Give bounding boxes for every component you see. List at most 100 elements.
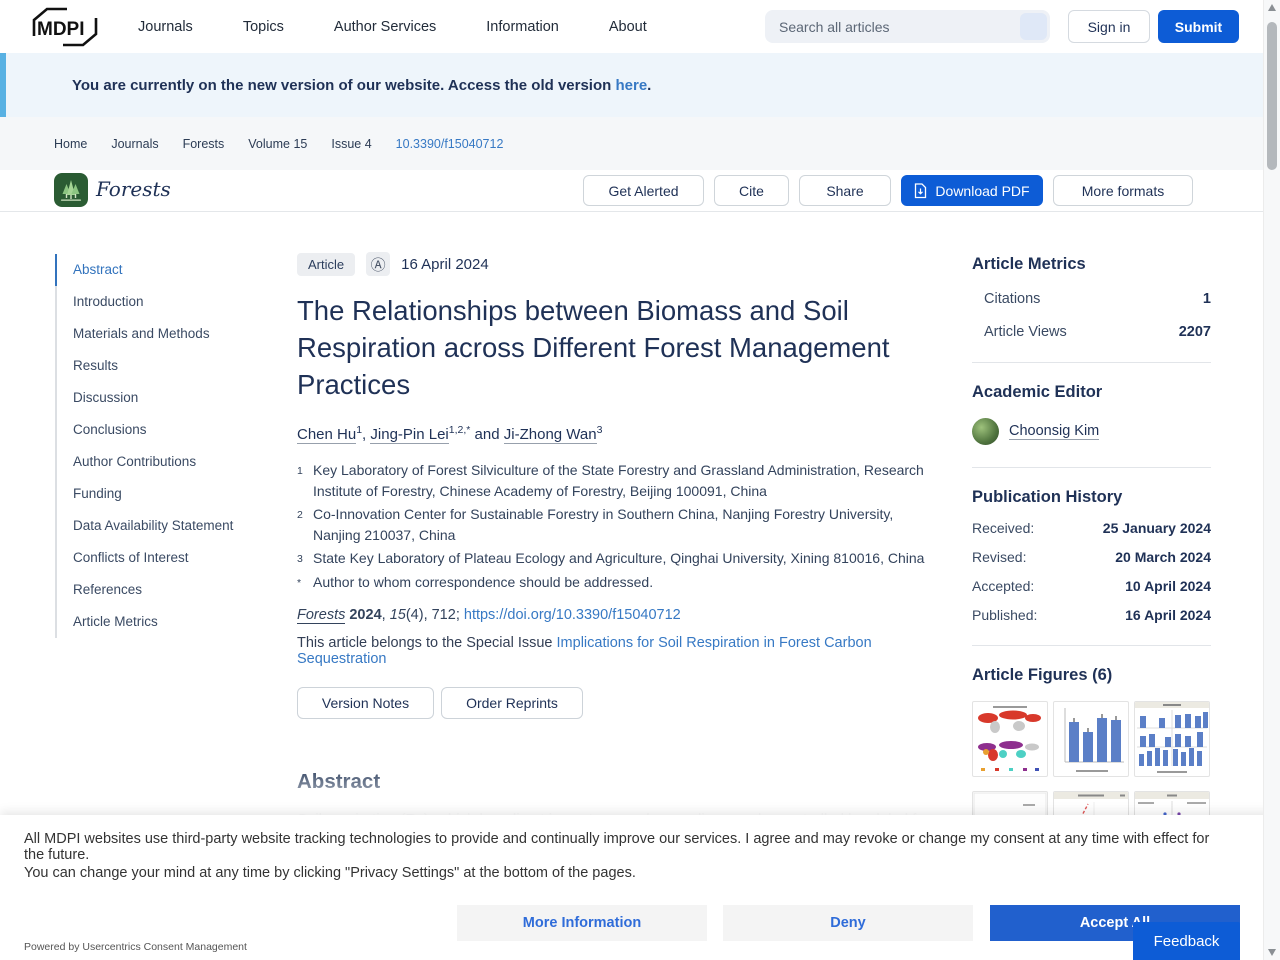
citation-issue-pages: (4), 712; xyxy=(405,607,464,623)
doi-link[interactable]: https://doi.org/10.3390/f15040712 xyxy=(464,607,681,623)
breadcrumb-issue[interactable]: Issue 4 xyxy=(331,137,371,151)
nav-information[interactable]: Information xyxy=(486,19,559,35)
article-figures-heading: Article Figures (6) xyxy=(972,666,1113,684)
cookie-consent-banner: All MDPI websites use third-party websit… xyxy=(0,815,1280,960)
submit-button[interactable]: Submit xyxy=(1158,10,1239,43)
publish-date: 16 April 2024 xyxy=(401,255,489,273)
mdpi-logo[interactable]: MDPI xyxy=(30,5,100,49)
breadcrumb-home[interactable]: Home xyxy=(54,137,87,151)
affiliation-row: 3 State Key Laboratory of Plateau Ecolog… xyxy=(297,548,937,570)
journal-name[interactable]: Forests xyxy=(96,177,171,201)
metric-value: 2207 xyxy=(1178,324,1211,340)
cookie-text-line1: All MDPI websites use third-party websit… xyxy=(24,831,1210,863)
figure-thumbnail-world-map[interactable] xyxy=(972,701,1048,777)
editor-name-link[interactable]: Choonsig Kim xyxy=(1009,423,1100,440)
history-row-revised: Revised: 20 March 2024 xyxy=(972,549,1211,565)
download-pdf-button[interactable]: Download PDF xyxy=(901,175,1043,206)
affiliation-text: Co-Innovation Center for Sustainable For… xyxy=(313,506,894,543)
feedback-button[interactable]: Feedback xyxy=(1133,922,1240,960)
citation-line: Forests 2024, 15(4), 712; https://doi.or… xyxy=(297,607,937,624)
article-action-buttons: Version Notes Order Reprints xyxy=(297,687,937,719)
scrollbar-down-icon[interactable] xyxy=(1268,949,1276,956)
forests-journal-logo[interactable] xyxy=(54,173,88,207)
scrollbar-up-icon[interactable] xyxy=(1268,4,1276,11)
sidebar-item-article-metrics[interactable]: Article Metrics xyxy=(57,606,287,638)
sidebar-item-data-availability[interactable]: Data Availability Statement xyxy=(57,510,287,542)
sidebar-item-conflicts[interactable]: Conflicts of Interest xyxy=(57,542,287,574)
affiliations: 1 Key Laboratory of Forest Silviculture … xyxy=(297,460,937,594)
sidebar-item-author-contributions[interactable]: Author Contributions xyxy=(57,446,287,478)
nav-topics[interactable]: Topics xyxy=(243,19,284,35)
metric-value: 1 xyxy=(1202,291,1211,307)
history-value: 10 April 2024 xyxy=(1125,578,1211,594)
notice-text-main: You are currently on the new version of … xyxy=(72,77,616,94)
affiliation-row: 2 Co-Innovation Center for Sustainable F… xyxy=(297,504,937,546)
download-pdf-label: Download PDF xyxy=(935,182,1030,199)
history-row-published: Published: 16 April 2024 xyxy=(972,607,1211,623)
article-main: Article Ⓐ 16 April 2024 The Relationship… xyxy=(297,252,937,828)
sidebar-item-introduction[interactable]: Introduction xyxy=(57,286,287,318)
nav-author-services[interactable]: Author Services xyxy=(334,19,436,35)
citation-journal-link[interactable]: Forests xyxy=(297,607,346,624)
history-label: Received: xyxy=(972,520,1035,536)
journal-actions: Get Alerted Cite Share Download PDF More… xyxy=(583,175,1193,206)
share-button[interactable]: Share xyxy=(799,175,891,206)
nav-about[interactable]: About xyxy=(609,19,647,35)
breadcrumb-forests[interactable]: Forests xyxy=(183,137,225,151)
more-formats-button[interactable]: More formats xyxy=(1053,175,1193,206)
get-alerted-button[interactable]: Get Alerted xyxy=(583,175,704,206)
order-reprints-button[interactable]: Order Reprints xyxy=(441,687,583,719)
sidebar-item-materials-methods[interactable]: Materials and Methods xyxy=(57,318,287,350)
figure-thumbnail-multipanel-bars[interactable] xyxy=(1134,701,1210,777)
author-link[interactable]: Jing-Pin Lei xyxy=(370,426,449,444)
citation-sep: , xyxy=(381,607,390,623)
affiliation-text: State Key Laboratory of Plateau Ecology … xyxy=(313,550,925,566)
breadcrumb-doi-link[interactable]: 10.3390/f15040712 xyxy=(396,137,504,151)
page-scrollbar[interactable] xyxy=(1263,0,1280,960)
breadcrumb-journals[interactable]: Journals xyxy=(111,137,158,151)
history-value: 16 April 2024 xyxy=(1125,607,1211,623)
citation-year: 2024 xyxy=(345,607,382,623)
sidebar-item-results[interactable]: Results xyxy=(57,350,287,382)
author-sep: and xyxy=(470,426,504,443)
sidebar-item-funding[interactable]: Funding xyxy=(57,478,287,510)
author-link[interactable]: Chen Hu xyxy=(297,426,357,444)
old-version-link[interactable]: here xyxy=(615,77,647,94)
history-label: Accepted: xyxy=(972,578,1035,594)
version-notes-button[interactable]: Version Notes xyxy=(297,687,434,719)
special-issue-line: This article belongs to the Special Issu… xyxy=(297,635,937,667)
metric-label: Article Views xyxy=(984,324,1067,340)
author-link[interactable]: Ji-Zhong Wan xyxy=(503,426,597,444)
affiliation-text: Key Laboratory of Forest Silviculture of… xyxy=(313,462,924,499)
journal-bar: Forests Get Alerted Cite Share Download … xyxy=(0,170,1263,212)
history-row-received: Received: 25 January 2024 xyxy=(972,520,1211,536)
breadcrumb-volume[interactable]: Volume 15 xyxy=(248,137,307,151)
deny-button[interactable]: Deny xyxy=(723,905,973,941)
scrollbar-thumb[interactable] xyxy=(1267,22,1277,170)
metric-row-citations: Citations 1 xyxy=(972,291,1211,307)
publication-history-heading: Publication History xyxy=(972,488,1123,506)
more-information-button[interactable]: More Information xyxy=(457,905,707,941)
cite-button[interactable]: Cite xyxy=(714,175,789,206)
search-input[interactable] xyxy=(765,18,1020,35)
sidebar-item-discussion[interactable]: Discussion xyxy=(57,382,287,414)
svg-text:MDPI: MDPI xyxy=(37,19,85,40)
forests-trees-icon xyxy=(54,173,88,207)
history-value: 20 March 2024 xyxy=(1115,549,1211,565)
sidebar-item-references[interactable]: References xyxy=(57,574,287,606)
author-sup: 1,2,* xyxy=(448,424,471,436)
affiliation-number: * xyxy=(297,577,302,589)
sign-in-button[interactable]: Sign in xyxy=(1068,10,1150,43)
page: MDPI Journals Topics Author Services Inf… xyxy=(0,0,1280,960)
notice-text-suffix: . xyxy=(647,77,652,94)
sidebar-item-abstract[interactable]: Abstract xyxy=(55,254,287,286)
author-sup: 3 xyxy=(596,424,603,436)
main-nav: Journals Topics Author Services Informat… xyxy=(138,19,647,35)
editor-avatar xyxy=(972,418,999,445)
nav-journals[interactable]: Journals xyxy=(138,19,193,35)
sidebar-item-conclusions[interactable]: Conclusions xyxy=(57,414,287,446)
search-button[interactable] xyxy=(1020,13,1047,40)
article-toc-sidebar: Abstract Introduction Materials and Meth… xyxy=(55,254,287,638)
figure-thumbnail-bar-chart[interactable] xyxy=(1053,701,1129,777)
divider xyxy=(972,362,1211,363)
